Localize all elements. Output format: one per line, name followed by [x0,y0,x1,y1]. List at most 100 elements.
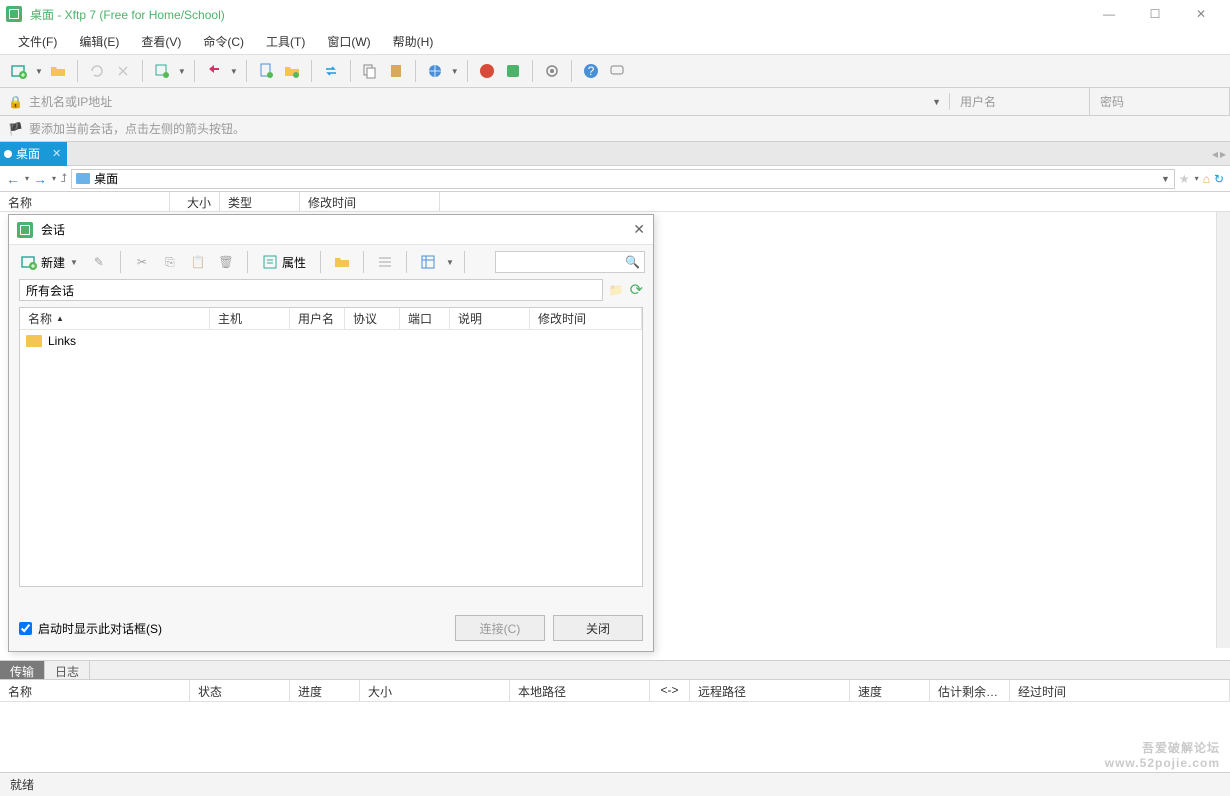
col-port[interactable]: 端口 [400,308,450,329]
reconnect-icon[interactable] [86,60,108,82]
dropdown-arrow-icon[interactable]: ▼ [451,67,459,76]
menu-tools[interactable]: 工具(T) [258,30,313,53]
menu-file[interactable]: 文件(F) [10,30,65,53]
dropdown-arrow-icon[interactable]: ▾ [52,174,56,183]
col-progress[interactable]: 进度 [290,680,360,701]
paste-icon[interactable] [385,60,407,82]
tab-prev-icon[interactable]: ◂ [1212,147,1218,161]
maximize-button[interactable]: ☐ [1132,0,1178,28]
dialog-close-icon[interactable]: ✕ [633,221,645,238]
dropdown-arrow-icon[interactable]: ▼ [1161,174,1170,184]
refresh-icon[interactable]: ↻ [1214,172,1224,186]
scrollbar[interactable] [1216,212,1230,648]
app-icon [6,6,22,22]
sync-icon[interactable] [320,60,342,82]
col-arrow[interactable]: <-> [650,680,690,701]
dropdown-arrow-icon[interactable]: ▾ [1195,174,1199,183]
tab-desktop[interactable]: 桌面 ✕ [0,142,67,166]
col-proto[interactable]: 协议 [345,308,400,329]
new-session-icon[interactable] [8,60,30,82]
menu-window[interactable]: 窗口(W) [319,30,378,53]
list-view-icon[interactable] [374,251,396,273]
folder-icon [76,173,90,184]
dialog-search[interactable]: 🔍 [495,251,645,273]
nav-up-icon[interactable]: ⮥ [60,171,67,186]
tab-log[interactable]: 日志 [45,661,90,679]
minimize-button[interactable]: — [1086,0,1132,28]
open-folder-icon[interactable] [47,60,69,82]
tab-close-icon[interactable]: ✕ [52,147,61,160]
close-button[interactable]: 关闭 [553,615,643,641]
dialog-address[interactable]: 所有会话 [19,279,603,301]
col-mtime[interactable]: 修改时间 [300,192,440,211]
dropdown-arrow-icon[interactable]: ▼ [35,67,43,76]
dropdown-arrow-icon[interactable]: ▼ [446,258,454,267]
col-mtime[interactable]: 修改时间 [530,308,642,329]
address-bar[interactable]: 桌面 ▼ [71,169,1175,189]
menu-help[interactable]: 帮助(H) [385,30,442,53]
col-remote[interactable]: 远程路径 [690,680,850,701]
svg-text:?: ? [587,64,594,78]
folder-icon[interactable] [331,251,353,273]
dropdown-arrow-icon[interactable]: ▼ [178,67,186,76]
col-size[interactable]: 大小 [360,680,510,701]
tab-next-icon[interactable]: ▸ [1220,147,1226,161]
col-status[interactable]: 状态 [190,680,290,701]
tab-transfer[interactable]: 传输 [0,661,45,679]
nav-forward-icon[interactable]: → [33,171,47,187]
password-field[interactable]: 密码 [1090,88,1230,115]
dropdown-arrow-icon[interactable]: ▼ [230,67,238,76]
col-local[interactable]: 本地路径 [510,680,650,701]
transfer-list[interactable] [0,702,1230,768]
nav-back-icon[interactable]: ← [6,171,20,187]
col-host[interactable]: 主机 [210,308,290,329]
new-button[interactable]: 新建 ▼ [17,251,82,274]
settings-icon[interactable] [541,60,563,82]
dropdown-arrow-icon[interactable]: ▾ [25,174,29,183]
properties-label: 属性 [282,254,306,271]
col-size[interactable]: 大小 [170,192,220,211]
title-bar: 桌面 - Xftp 7 (Free for Home/School) — ☐ ✕ [0,0,1230,28]
col-elapsed[interactable]: 经过时间 [1010,680,1230,701]
help-icon[interactable]: ? [580,60,602,82]
checkbox-input[interactable] [19,622,32,635]
browse-icon[interactable]: 📁 [609,283,624,297]
col-user[interactable]: 用户名 [290,308,345,329]
menu-edit[interactable]: 编辑(E) [71,30,127,53]
bookmark-icon[interactable]: 🏴 [8,122,23,136]
copy-icon[interactable] [359,60,381,82]
details-view-icon[interactable] [417,251,439,273]
favorite-icon[interactable]: ★ [1179,172,1190,186]
transfer-icon[interactable] [203,60,225,82]
tab-nav: ◂ ▸ [1212,147,1226,161]
new-folder-icon[interactable] [281,60,303,82]
close-button[interactable]: ✕ [1178,0,1224,28]
disconnect-icon[interactable] [112,60,134,82]
col-desc[interactable]: 说明 [450,308,530,329]
globe-icon[interactable] [424,60,446,82]
menu-command[interactable]: 命令(C) [195,30,252,53]
xshell-icon[interactable] [476,60,498,82]
xftp-icon[interactable] [502,60,524,82]
refresh-icon[interactable]: ⟳ [630,280,643,300]
dropdown-arrow-icon[interactable]: ▼ [932,97,941,107]
col-eta[interactable]: 估计剩余… [930,680,1010,701]
new-window-icon[interactable] [151,60,173,82]
menu-view[interactable]: 查看(V) [133,30,189,53]
col-speed[interactable]: 速度 [850,680,930,701]
col-name[interactable]: 名称 [0,680,190,701]
status-bar: 就绪 [0,772,1230,796]
col-type[interactable]: 类型 [220,192,300,211]
show-on-start-checkbox[interactable]: 启动时显示此对话框(S) [19,620,162,637]
session-row-links[interactable]: Links [20,330,642,352]
host-field[interactable]: 🔒 主机名或IP地址 ▼ [0,93,950,110]
col-name[interactable]: 名称 [0,192,170,211]
new-file-icon[interactable] [255,60,277,82]
username-field[interactable]: 用户名 [950,88,1090,115]
connect-button[interactable]: 连接(C) [455,615,545,641]
chat-icon[interactable] [606,60,628,82]
home-icon[interactable]: ⌂ [1203,172,1210,186]
properties-button[interactable]: 属性 [258,251,310,274]
hint-text: 要添加当前会话，点击左侧的箭头按钮。 [29,120,245,137]
col-name[interactable]: 名称▲ [20,308,210,329]
